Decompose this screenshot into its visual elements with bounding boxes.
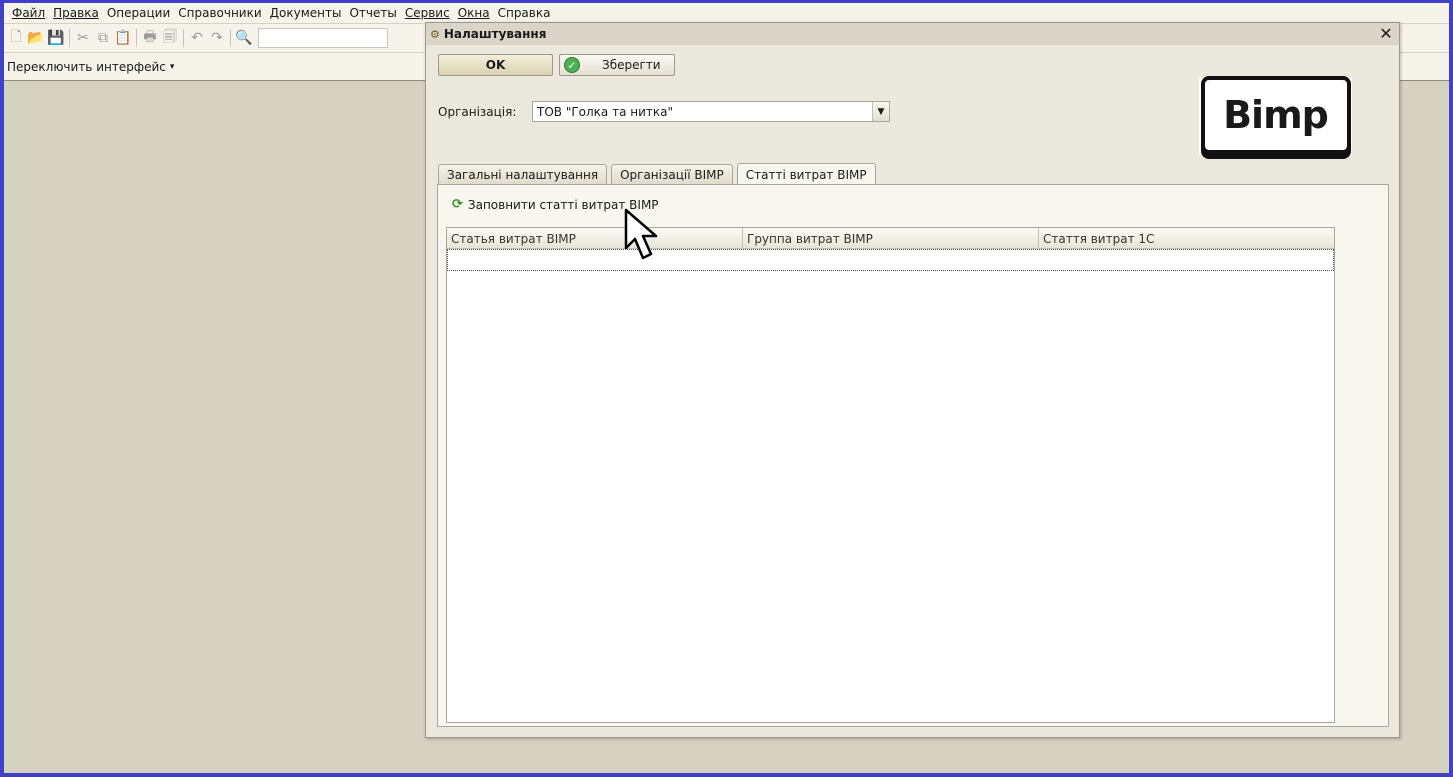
dropdown-arrow-icon[interactable]: ▼ [872, 102, 889, 121]
toolbar-separator [183, 29, 184, 47]
toolbar-separator [69, 29, 70, 47]
refresh-icon: ⟳ [452, 197, 463, 212]
column-header-bimp-expense-item[interactable]: Статья витрат BIMP [447, 228, 743, 249]
dialog-title-bar: ⚙ Налаштування ✕ [426, 23, 1399, 45]
expense-items-table[interactable]: Статья витрат BIMP Группа витрат BIMP Ст… [446, 227, 1335, 723]
ok-button[interactable]: OK [438, 54, 553, 76]
copy-icon[interactable]: ⧉ [94, 29, 112, 47]
check-icon: ✓ [564, 57, 580, 73]
print-icon[interactable]: 🖶 [141, 29, 159, 47]
settings-icon: ⚙ [430, 27, 440, 41]
menu-edit[interactable]: Правка [49, 6, 103, 20]
paste-icon[interactable]: 📋 [114, 29, 132, 47]
settings-dialog: ⚙ Налаштування ✕ OK ✓ Зберегти Організац… [425, 22, 1400, 738]
cut-icon[interactable]: ✂ [74, 29, 92, 47]
save-button[interactable]: ✓ Зберегти [559, 54, 675, 76]
menu-help[interactable]: Справка [494, 6, 555, 20]
bimp-logo: Bimp [1199, 75, 1352, 155]
menu-documents[interactable]: Документы [266, 6, 346, 20]
print-preview-icon[interactable]: 🗐 [161, 29, 179, 47]
menu-file[interactable]: Файл [8, 6, 49, 20]
menu-bar: Файл Правка Операции Справочники Докумен… [4, 3, 1449, 23]
mouse-pointer-icon [624, 208, 658, 260]
toolbar-separator [230, 29, 231, 47]
tab-bimp-expense-items[interactable]: Статті витрат BIMP [736, 163, 876, 185]
close-icon[interactable]: ✕ [1377, 25, 1395, 43]
tab-panel: ⟳ Заповнити статті витрат BIMP Статья ви… [437, 184, 1389, 727]
menu-operations[interactable]: Операции [103, 6, 174, 20]
dialog-title: Налаштування [443, 27, 547, 41]
save-button-label: Зберегти [602, 58, 661, 72]
organization-value: ТОВ "Голка та нитка" [537, 104, 674, 119]
menu-references[interactable]: Справочники [174, 6, 265, 20]
column-header-1c-expense-item[interactable]: Стаття витрат 1С [1039, 228, 1334, 249]
redo-icon[interactable]: ↷ [208, 29, 226, 47]
save-icon[interactable]: 💾 [47, 29, 65, 47]
table-header: Статья витрат BIMP Группа витрат BIMP Ст… [447, 228, 1334, 249]
new-document-icon[interactable]: 🗋 [7, 29, 25, 47]
bimp-logo-text: Bimp [1200, 75, 1351, 154]
menu-windows[interactable]: Окна [454, 6, 494, 20]
tab-general-settings[interactable]: Загальні налаштування [438, 164, 608, 185]
tab-bar: Загальні налаштування Організації BIMP С… [438, 163, 880, 185]
column-header-bimp-expense-group[interactable]: Группа витрат BIMP [743, 228, 1039, 249]
organization-field[interactable]: ТОВ "Голка та нитка" ▼ [532, 101, 890, 122]
dropdown-arrow-icon[interactable]: ▾ [170, 62, 175, 72]
organization-label: Організація: [438, 105, 517, 119]
search-input[interactable] [258, 28, 388, 48]
undo-icon[interactable]: ↶ [188, 29, 206, 47]
switch-interface-button[interactable]: Переключить интерфейс [7, 60, 166, 74]
tab-bimp-organizations[interactable]: Організації BIMP [611, 164, 733, 185]
toolbar-separator [136, 29, 137, 47]
table-row[interactable] [447, 249, 1334, 271]
menu-service[interactable]: Сервис [401, 6, 454, 20]
open-folder-icon[interactable]: 📂 [27, 29, 45, 47]
search-icon[interactable]: 🔍 [235, 29, 253, 47]
menu-reports[interactable]: Отчеты [345, 6, 400, 20]
